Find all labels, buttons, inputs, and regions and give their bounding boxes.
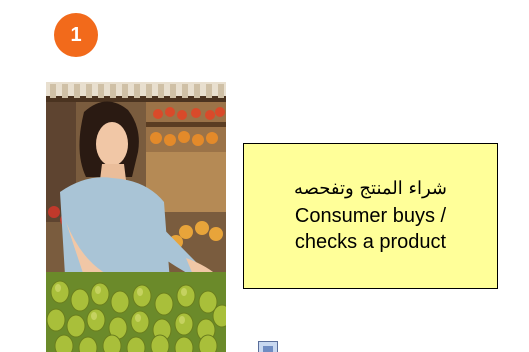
step-description-line1: Consumer buys / xyxy=(294,204,447,227)
slide: 1 شراء المنتج وتفحصه Consumer buys / che… xyxy=(0,0,529,352)
step-description-box: شراء المنتج وتفحصه Consumer buys / check… xyxy=(243,143,498,289)
document-icon[interactable] xyxy=(258,341,278,352)
step-description-line2: checks a product xyxy=(294,230,447,253)
shopper-photo xyxy=(46,82,226,352)
step-number: 1 xyxy=(70,23,82,46)
step-number-badge: 1 xyxy=(54,13,98,57)
document-icon-inner xyxy=(263,346,273,352)
step-description-arabic: شراء المنتج وتفحصه xyxy=(294,178,447,200)
